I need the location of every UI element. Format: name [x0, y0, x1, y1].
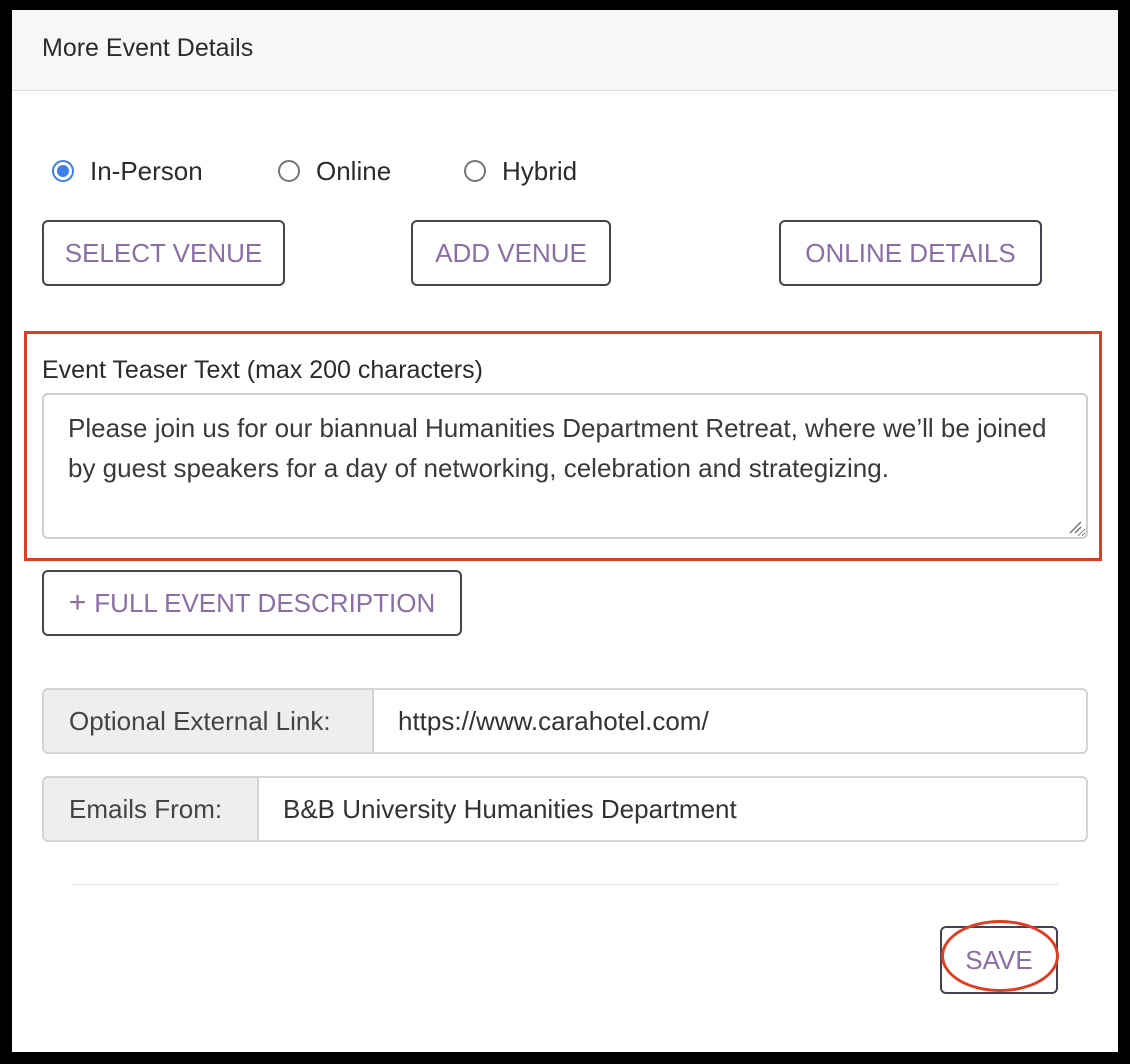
radio-in-person-indicator[interactable]	[52, 160, 74, 182]
full-event-description-button[interactable]: + FULL EVENT DESCRIPTION	[42, 570, 462, 636]
panel-header: More Event Details	[12, 10, 1118, 91]
add-venue-button[interactable]: ADD VENUE	[411, 220, 611, 286]
external-link-group: Optional External Link:	[42, 688, 1088, 754]
emails-from-group: Emails From:	[42, 776, 1088, 842]
teaser-label: Event Teaser Text (max 200 characters)	[42, 356, 483, 384]
radio-hybrid[interactable]: Hybrid	[464, 155, 577, 187]
radio-online-indicator[interactable]	[278, 160, 300, 182]
emails-from-input[interactable]	[257, 776, 1088, 842]
external-link-input[interactable]	[372, 688, 1088, 754]
radio-in-person[interactable]: In-Person	[52, 155, 203, 187]
save-button[interactable]: SAVE	[940, 926, 1058, 994]
external-link-label: Optional External Link:	[42, 688, 372, 754]
emails-from-label: Emails From:	[42, 776, 257, 842]
panel-title: More Event Details	[42, 34, 254, 62]
footer-divider	[72, 884, 1058, 885]
event-details-panel: More Event Details In-Person Online Hybr…	[12, 10, 1118, 1052]
radio-hybrid-indicator[interactable]	[464, 160, 486, 182]
online-details-button[interactable]: ONLINE DETAILS	[779, 220, 1042, 286]
plus-icon: +	[68, 586, 87, 619]
radio-online-label[interactable]: Online	[316, 156, 391, 187]
full-event-description-label: FULL EVENT DESCRIPTION	[94, 587, 436, 618]
select-venue-button[interactable]: SELECT VENUE	[42, 220, 285, 286]
radio-hybrid-label[interactable]: Hybrid	[502, 156, 577, 187]
event-type-radio-group: In-Person Online Hybrid	[12, 155, 1118, 187]
radio-online[interactable]: Online	[278, 155, 391, 187]
teaser-textarea[interactable]: Please join us for our biannual Humaniti…	[42, 393, 1088, 539]
resize-handle-icon[interactable]	[1066, 518, 1082, 534]
radio-in-person-label[interactable]: In-Person	[90, 156, 203, 187]
